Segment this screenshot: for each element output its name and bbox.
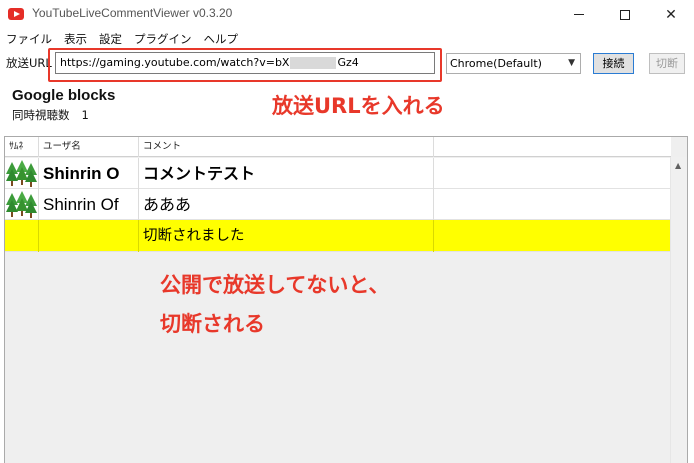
username-cell: [39, 220, 139, 252]
minimize-button[interactable]: [556, 0, 602, 29]
menu-help[interactable]: ヘルプ: [198, 30, 245, 48]
title-bar: YouTubeLiveCommentViewer v0.3.20 ✕: [0, 0, 694, 29]
header-extra: [434, 137, 671, 157]
connect-button[interactable]: 接続: [593, 53, 634, 74]
vertical-scrollbar[interactable]: ▲: [670, 157, 687, 463]
thumbnail-cell: [5, 189, 39, 220]
grid-header: ｻﾑﾈ ユーザ名 コメント: [5, 137, 671, 157]
stream-title: Google blocks: [12, 87, 116, 104]
url-label: 放送URL: [6, 56, 52, 70]
header-username[interactable]: ユーザ名: [39, 137, 139, 157]
menu-settings[interactable]: 設定: [93, 30, 128, 48]
menu-view[interactable]: 表示: [58, 30, 93, 48]
avatar-forest-icon: [6, 159, 37, 188]
browser-select[interactable]: Chrome(Default) ▼: [446, 53, 581, 74]
comment-grid[interactable]: ｻﾑﾈ ユーザ名 コメント Shinrin O コメントテスト Shinrin …: [4, 136, 688, 463]
minimize-icon: [574, 14, 584, 15]
window-title: YouTubeLiveCommentViewer v0.3.20: [32, 6, 233, 20]
viewers-label: 同時視聴数: [12, 108, 70, 122]
warning-annotation-line1: 公開で放送してないと、: [160, 273, 390, 297]
extra-cell: [434, 220, 671, 252]
table-row[interactable]: Shinrin O コメントテスト: [5, 158, 671, 189]
header-thumbnail[interactable]: ｻﾑﾈ: [5, 137, 39, 157]
maximize-icon: [620, 9, 630, 20]
avatar-forest-icon: [6, 190, 37, 219]
chevron-down-icon: ▼: [568, 58, 575, 68]
thumbnail-cell: [5, 158, 39, 189]
disconnect-button[interactable]: 切断: [649, 53, 685, 74]
close-button[interactable]: ✕: [648, 0, 694, 29]
table-row[interactable]: Shinrin Of あああ: [5, 189, 671, 220]
browser-select-value: Chrome(Default): [450, 57, 542, 70]
header-comment[interactable]: コメント: [139, 137, 434, 157]
menu-plugins[interactable]: プラグイン: [128, 30, 198, 48]
viewers-row: 同時視聴数 1: [12, 107, 89, 123]
viewers-count: 1: [81, 108, 89, 122]
url-hint-annotation: 放送URLを入れる: [272, 94, 445, 118]
url-highlight-frame: [48, 48, 442, 82]
warning-annotation-line2: 切断される: [160, 312, 265, 336]
system-message-row[interactable]: 切断されました: [5, 220, 671, 252]
youtube-icon: [8, 8, 24, 20]
close-icon: ✕: [665, 6, 677, 23]
extra-cell: [434, 189, 671, 220]
menu-file[interactable]: ファイル: [0, 30, 58, 48]
scroll-up-icon[interactable]: ▲: [675, 161, 681, 170]
menu-bar: ファイル 表示 設定 プラグイン ヘルプ: [0, 30, 244, 48]
comment-cell: 切断されました: [139, 220, 434, 252]
comment-cell: コメントテスト: [139, 158, 434, 189]
maximize-button[interactable]: [602, 0, 648, 29]
extra-cell: [434, 158, 671, 189]
username-cell: Shinrin O: [39, 158, 139, 189]
username-cell: Shinrin Of: [39, 189, 139, 220]
thumbnail-cell: [5, 220, 39, 252]
comment-cell: あああ: [139, 189, 434, 220]
